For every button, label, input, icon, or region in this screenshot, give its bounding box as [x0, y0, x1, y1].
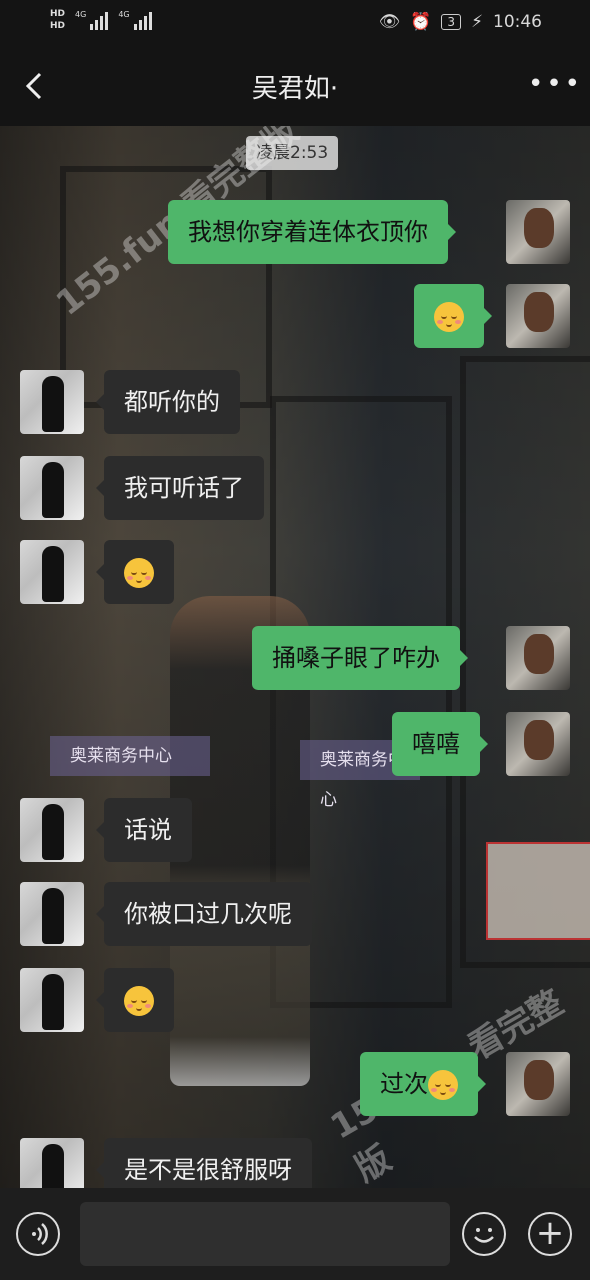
chat-header: 吴君如· ••• — [0, 48, 590, 126]
message-bubble-received[interactable]: 都听你的 — [96, 370, 240, 434]
message-input[interactable] — [80, 1202, 450, 1266]
contact-avatar[interactable] — [20, 968, 84, 1032]
voice-icon — [32, 1223, 48, 1245]
network-indicators: HD HD 4G 4G — [50, 8, 152, 32]
my-avatar[interactable] — [506, 626, 570, 690]
chat-title: 吴君如· — [251, 74, 339, 104]
status-right: 👁 ⏰ 3 ⚡ 10:46 — [379, 12, 542, 32]
network-type-1: 4G — [75, 10, 87, 19]
chat-area[interactable]: 奥莱商务中心 奥莱商务中心 凌晨2:53 155.fun 看完整版 155.fu… — [0, 126, 590, 1188]
signal-icon: 4G — [118, 10, 152, 30]
shy-face-emoji-icon — [124, 986, 154, 1016]
hd-badges: HD HD — [50, 8, 65, 32]
network-type-2: 4G — [118, 10, 130, 19]
message-bubble-received[interactable] — [96, 968, 174, 1032]
message-bubble-sent[interactable]: 过次 — [360, 1052, 486, 1116]
my-avatar[interactable] — [506, 712, 570, 776]
alarm-icon: ⏰ — [410, 12, 432, 32]
battery-icon: 3 — [441, 14, 462, 30]
smiley-icon — [474, 1228, 494, 1243]
voice-input-button[interactable] — [16, 1212, 60, 1256]
my-avatar[interactable] — [506, 284, 570, 348]
input-bar: + — [0, 1188, 590, 1280]
message-bubble-sent[interactable]: 嘻嘻 — [392, 712, 488, 776]
message-bubble-sent[interactable]: 捅嗓子眼了咋办 — [252, 626, 468, 690]
message-bubble-sent[interactable] — [414, 284, 492, 348]
message-text: 过次 — [380, 1070, 428, 1098]
message-bubble-received[interactable]: 是不是很舒服呀 — [96, 1138, 312, 1188]
background-sign: 奥莱商务中心 — [50, 736, 210, 776]
contact-avatar[interactable] — [20, 370, 84, 434]
signal-icon: 4G — [75, 10, 109, 30]
contact-avatar[interactable] — [20, 1138, 84, 1188]
message-bubble-received[interactable]: 你被口过几次呢 — [96, 882, 312, 946]
message-bubble-received[interactable]: 话说 — [96, 798, 192, 862]
message-bubble-received[interactable]: 我可听话了 — [96, 456, 264, 520]
clock: 10:46 — [493, 12, 542, 32]
shy-face-emoji-icon — [124, 558, 154, 588]
contact-avatar[interactable] — [20, 882, 84, 946]
emoji-button[interactable] — [462, 1212, 506, 1256]
my-avatar[interactable] — [506, 1052, 570, 1116]
contact-avatar[interactable] — [20, 798, 84, 862]
eye-icon: 👁 — [378, 12, 401, 32]
contact-avatar[interactable] — [20, 540, 84, 604]
shy-face-emoji-icon — [428, 1070, 458, 1100]
charging-icon: ⚡ — [471, 12, 483, 32]
hd-badge-2: HD — [50, 21, 66, 31]
message-bubble-received[interactable] — [96, 540, 174, 604]
more-options-button[interactable]: ••• — [528, 71, 580, 98]
background-exit-sign — [486, 842, 590, 940]
shy-face-emoji-icon — [434, 302, 464, 332]
my-avatar[interactable] — [506, 200, 570, 264]
hd-badge-1: HD — [50, 9, 66, 19]
contact-avatar[interactable] — [20, 456, 84, 520]
plus-icon[interactable]: + — [528, 1212, 572, 1256]
status-bar: HD HD 4G 4G 👁 ⏰ 3 ⚡ 10:46 — [0, 0, 590, 48]
message-bubble-sent[interactable]: 我想你穿着连体衣顶你 — [168, 200, 456, 264]
